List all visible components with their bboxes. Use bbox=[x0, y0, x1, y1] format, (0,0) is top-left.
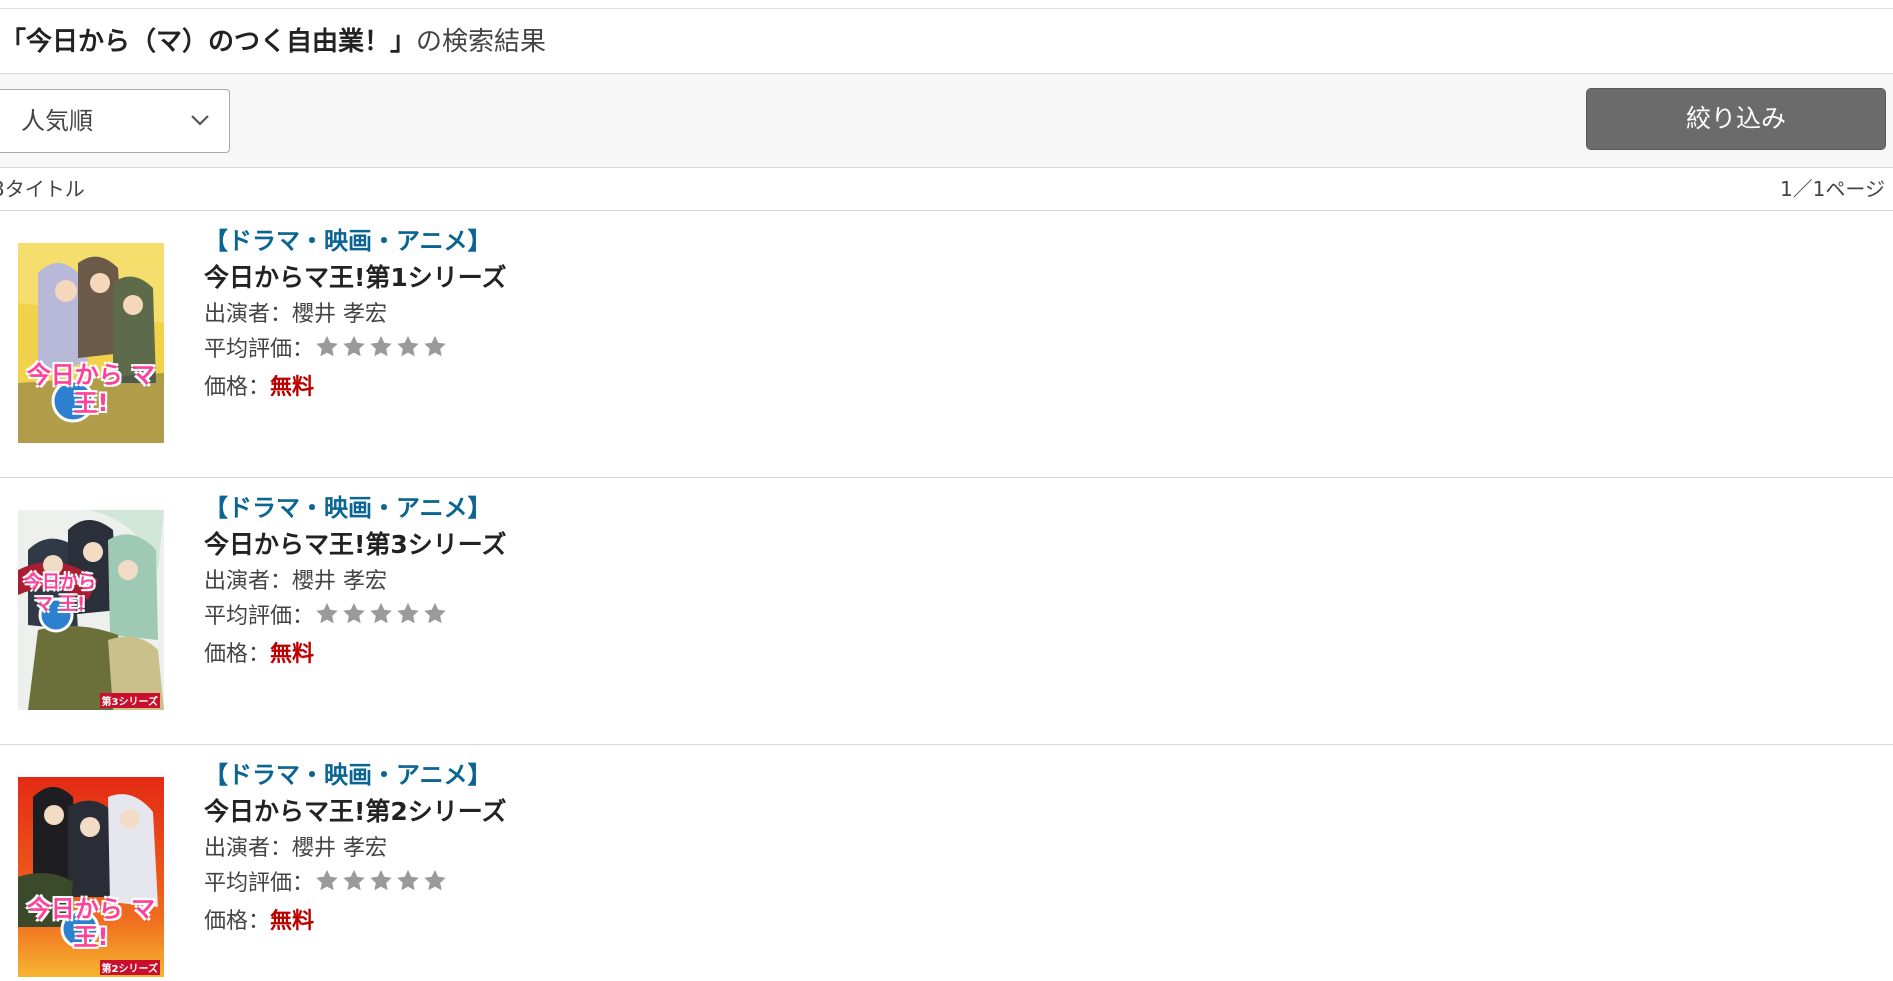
genre-label[interactable]: 【ドラマ・映画・アニメ】 bbox=[204, 223, 507, 259]
price-row: 価格：無料 bbox=[204, 904, 507, 939]
result-info: 【ドラマ・映画・アニメ】 今日からマ王!第3シリーズ 出演者：櫻井 孝宏 平均評… bbox=[204, 490, 507, 672]
cover-thumbnail[interactable]: 今日から マ 王! bbox=[18, 243, 164, 443]
result-title[interactable]: 今日からマ王!第2シリーズ bbox=[204, 793, 507, 831]
star-icon bbox=[316, 335, 338, 357]
genre-label[interactable]: 【ドラマ・映画・アニメ】 bbox=[204, 490, 507, 526]
star-icon bbox=[370, 602, 392, 624]
star-icon bbox=[343, 335, 365, 357]
result-title[interactable]: 今日からマ王!第1シリーズ bbox=[204, 259, 507, 297]
cast-row: 出演者：櫻井 孝宏 bbox=[204, 297, 507, 332]
result-item[interactable]: 今日から マ 王! 第3シリーズ 【ドラマ・映画・アニメ】 今日からマ王!第3シ… bbox=[0, 478, 1893, 745]
cast-name: 櫻井 孝宏 bbox=[292, 836, 388, 861]
price-value: 無料 bbox=[270, 909, 315, 934]
rating-row: 平均評価： bbox=[204, 866, 507, 904]
price-label: 価格： bbox=[204, 375, 271, 400]
star-icon bbox=[316, 602, 338, 624]
result-info: 【ドラマ・映画・アニメ】 今日からマ王!第1シリーズ 出演者：櫻井 孝宏 平均評… bbox=[204, 223, 507, 405]
result-count: 3タイトル bbox=[0, 177, 85, 201]
rating-stars bbox=[314, 334, 449, 370]
cover-logo: 今日から マ 王! bbox=[24, 572, 96, 615]
cast-row: 出演者：櫻井 孝宏 bbox=[204, 831, 507, 866]
cover-subtitle: 第3シリーズ bbox=[99, 693, 160, 708]
result-item[interactable]: 今日から マ 王! 【ドラマ・映画・アニメ】 今日からマ王!第1シリーズ 出演者… bbox=[0, 211, 1893, 478]
results-list: 今日から マ 王! 【ドラマ・映画・アニメ】 今日からマ王!第1シリーズ 出演者… bbox=[0, 211, 1893, 981]
sort-select[interactable]: 人気順 bbox=[0, 89, 230, 153]
chevron-down-icon bbox=[187, 110, 213, 130]
cast-label: 出演者： bbox=[204, 302, 293, 327]
search-query: 「今日から（マ）のつく自由業！」 bbox=[0, 27, 417, 57]
price-row: 価格：無料 bbox=[204, 370, 507, 405]
price-value: 無料 bbox=[270, 375, 315, 400]
search-results-heading: 「今日から（マ）のつく自由業！」の検索結果 bbox=[0, 22, 546, 62]
rating-label: 平均評価： bbox=[204, 337, 315, 362]
star-icon bbox=[424, 869, 446, 891]
price-row: 価格：無料 bbox=[204, 637, 507, 672]
result-info: 【ドラマ・映画・アニメ】 今日からマ王!第2シリーズ 出演者：櫻井 孝宏 平均評… bbox=[204, 757, 507, 939]
cast-name: 櫻井 孝宏 bbox=[292, 302, 388, 327]
cover-logo: 今日から マ 王! bbox=[26, 361, 156, 417]
result-item[interactable]: 今日から マ 王! 第2シリーズ 【ドラマ・映画・アニメ】 今日からマ王!第2シ… bbox=[0, 745, 1893, 981]
cover-subtitle: 第2シリーズ bbox=[99, 960, 160, 975]
star-icon bbox=[424, 335, 446, 357]
page-indicator: 1／1ページ bbox=[1779, 177, 1885, 201]
rating-row: 平均評価： bbox=[204, 599, 507, 637]
cover-thumbnail[interactable]: 今日から マ 王! 第2シリーズ bbox=[18, 777, 164, 977]
star-icon bbox=[370, 869, 392, 891]
sort-select-value: 人気順 bbox=[21, 107, 93, 135]
cast-label: 出演者： bbox=[204, 836, 293, 861]
star-icon bbox=[343, 869, 365, 891]
cast-row: 出演者：櫻井 孝宏 bbox=[204, 564, 507, 599]
result-title[interactable]: 今日からマ王!第3シリーズ bbox=[204, 526, 507, 564]
price-value: 無料 bbox=[270, 642, 315, 667]
star-icon bbox=[397, 602, 419, 624]
top-divider bbox=[0, 8, 1893, 9]
star-icon bbox=[370, 335, 392, 357]
result-summary-bar: 3タイトル 1／1ページ bbox=[0, 168, 1893, 211]
rating-stars bbox=[314, 868, 449, 904]
star-icon bbox=[397, 869, 419, 891]
genre-label[interactable]: 【ドラマ・映画・アニメ】 bbox=[204, 757, 507, 793]
rating-label: 平均評価： bbox=[204, 871, 315, 896]
filter-button[interactable]: 絞り込み bbox=[1586, 88, 1886, 150]
cast-name: 櫻井 孝宏 bbox=[292, 569, 388, 594]
star-icon bbox=[424, 602, 446, 624]
star-icon bbox=[343, 602, 365, 624]
cast-label: 出演者： bbox=[204, 569, 293, 594]
cover-thumbnail[interactable]: 今日から マ 王! 第3シリーズ bbox=[18, 510, 164, 710]
price-label: 価格： bbox=[204, 642, 271, 667]
star-icon bbox=[397, 335, 419, 357]
sort-filter-toolbar: 人気順 絞り込み bbox=[0, 73, 1893, 168]
rating-stars bbox=[314, 601, 449, 637]
cover-logo: 今日から マ 王! bbox=[26, 895, 156, 951]
rating-row: 平均評価： bbox=[204, 332, 507, 370]
star-icon bbox=[316, 869, 338, 891]
rating-label: 平均評価： bbox=[204, 604, 315, 629]
price-label: 価格： bbox=[204, 909, 271, 934]
search-results-suffix: の検索結果 bbox=[416, 27, 547, 57]
